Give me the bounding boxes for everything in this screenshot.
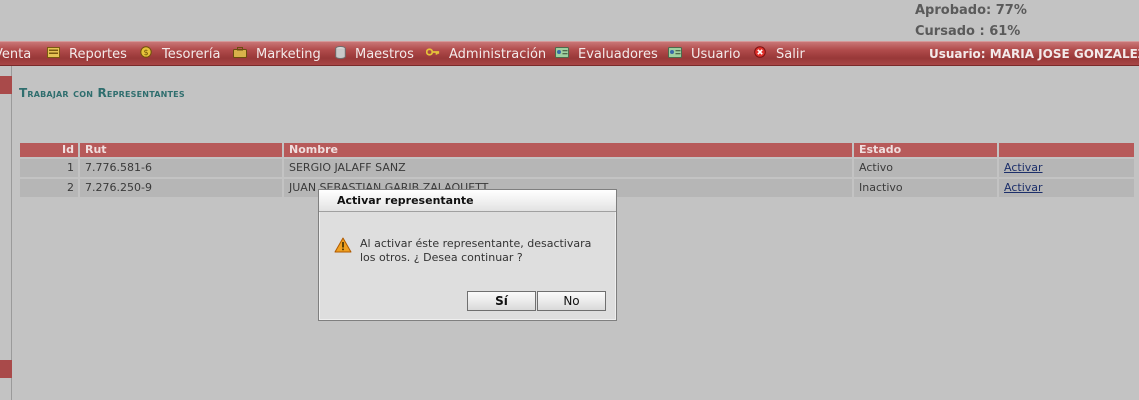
rail-toggle-bottom[interactable] <box>0 360 12 378</box>
column-header-estado[interactable]: Estado <box>854 143 999 157</box>
activar-link[interactable]: Activar <box>1004 161 1043 174</box>
yes-button[interactable]: Sí <box>467 291 536 311</box>
aprobado-stat: Aprobado: 77% <box>915 3 1027 18</box>
menu-item-label: Administración <box>449 47 547 62</box>
menu-item-label: Usuario <box>691 47 741 62</box>
cell-accion: Activar <box>999 179 1134 197</box>
briefcase-icon <box>233 46 247 58</box>
dialog-message: Al activar éste representante, desactiva… <box>360 237 592 264</box>
menu-item-label: Salir <box>776 47 805 62</box>
current-user-label: Usuario: MARIA JOSE GONZALEZ <box>929 47 1139 61</box>
column-header-accion <box>999 143 1134 157</box>
menu-item-label: Venta <box>0 47 32 62</box>
column-header-rut[interactable]: Rut <box>80 143 284 157</box>
column-header-nombre[interactable]: Nombre <box>284 143 854 157</box>
id-card-icon <box>668 46 682 58</box>
menu-item-label: Evaluadores <box>578 47 658 62</box>
progress-stats: Aprobado: 77% Cursado : 61% <box>915 0 1027 42</box>
menu-item-label: Reportes <box>69 47 127 62</box>
dialog-title[interactable]: Activar representante <box>319 190 616 212</box>
page-title: Trabajar con Representantes <box>19 86 185 100</box>
database-icon <box>333 45 347 59</box>
cell-estado: Inactivo <box>854 179 999 197</box>
cell-id: 1 <box>20 159 80 177</box>
cell-accion: Activar <box>999 159 1134 177</box>
table-row[interactable]: 1 7.776.581-6 SERGIO JALAFF SANZ Activo … <box>20 159 1134 177</box>
cell-rut: 7.276.250-9 <box>80 179 284 197</box>
svg-text:$: $ <box>143 48 148 57</box>
cursado-stat: Cursado : 61% <box>915 24 1021 39</box>
exit-icon <box>753 46 767 58</box>
menu-item-venta[interactable]: Venta <box>0 42 31 67</box>
id-card-icon <box>555 46 569 58</box>
key-icon <box>426 46 440 58</box>
left-rail <box>0 66 12 400</box>
coin-icon: $ <box>139 46 153 58</box>
rail-toggle-top[interactable] <box>0 76 12 94</box>
menu-item-label: Tesorería <box>162 47 221 62</box>
cell-estado: Activo <box>854 159 999 177</box>
menu-item-label: Marketing <box>256 47 321 62</box>
menu-item-label: Maestros <box>355 47 414 62</box>
folder-icon <box>46 46 60 58</box>
no-button[interactable]: No <box>537 291 606 311</box>
warning-icon <box>334 237 352 257</box>
cell-id: 2 <box>20 179 80 197</box>
cell-nombre: SERGIO JALAFF SANZ <box>284 159 854 177</box>
activar-link[interactable]: Activar <box>1004 181 1043 194</box>
cell-rut: 7.776.581-6 <box>80 159 284 177</box>
column-header-id[interactable]: Id <box>20 143 80 157</box>
main-menu-bar: Venta Reportes $ Tesorería Marketing Mae… <box>0 41 1139 66</box>
confirm-dialog: Activar representante Al activar éste re… <box>318 189 617 321</box>
